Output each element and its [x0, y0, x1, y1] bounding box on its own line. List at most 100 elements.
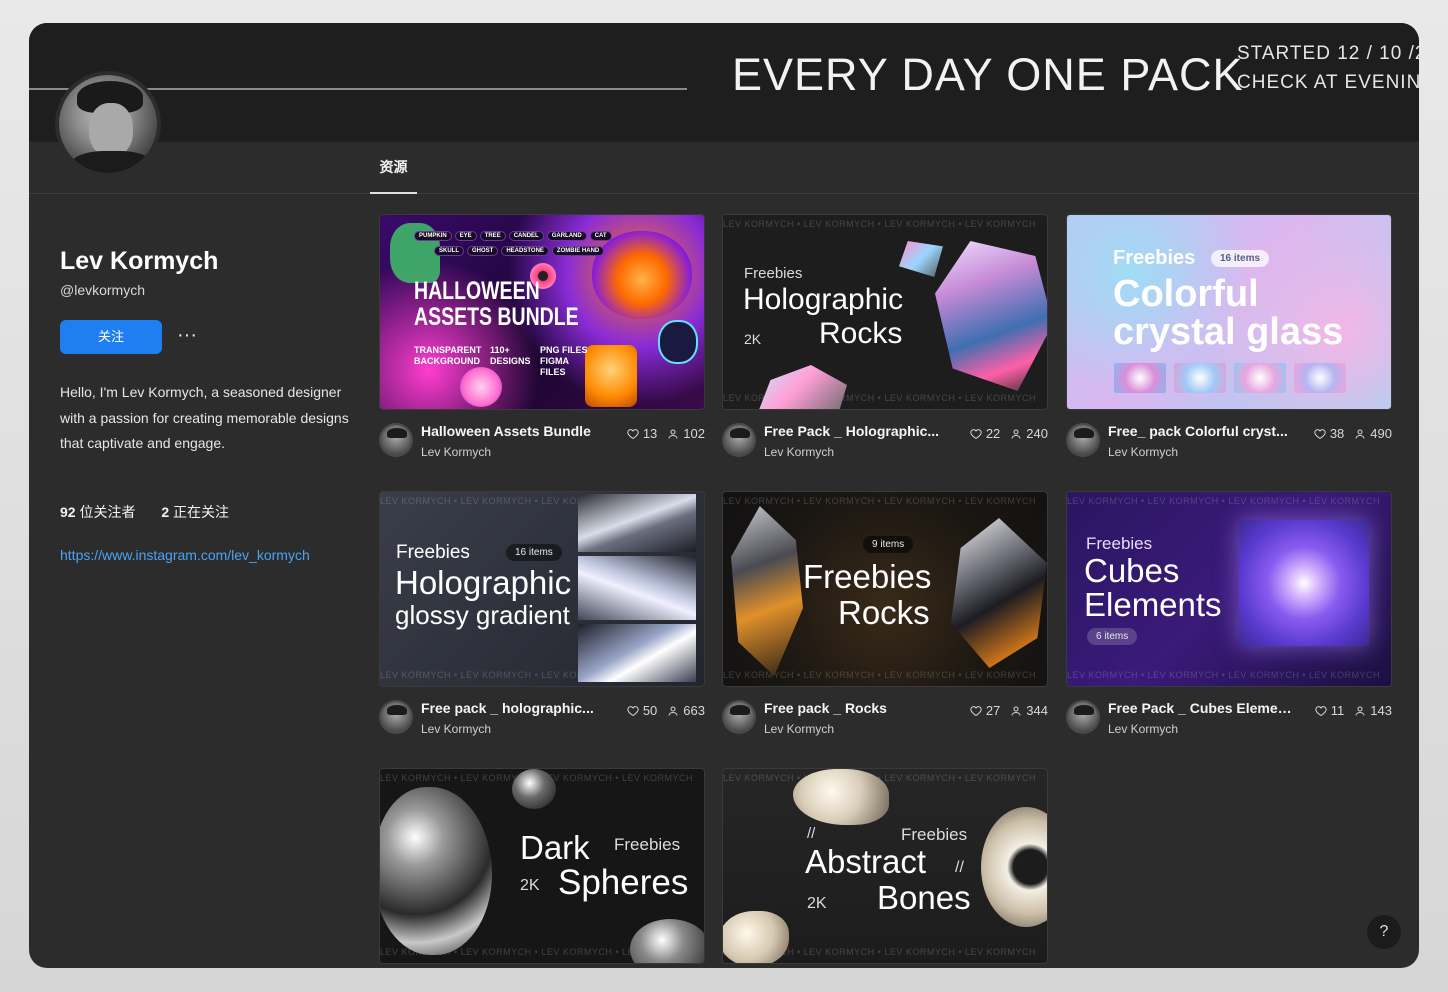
card-stats: 22 240 [970, 426, 1048, 441]
views-count: 663 [683, 703, 705, 718]
pack-card[interactable]: Freebies 16 items Colorful crystal glass… [1066, 214, 1392, 459]
banner-started-text: STARTED 12 / 10 /23 [1237, 43, 1419, 64]
help-button[interactable]: ? [1367, 915, 1401, 949]
banner-check-text: CHECK AT EVENING [1237, 72, 1419, 93]
more-options-button[interactable]: ··· [175, 323, 199, 351]
card-title[interactable]: Halloween Assets Bundle [421, 423, 607, 439]
tab-resources[interactable]: 资源 [370, 142, 417, 194]
likes-stat[interactable]: 11 [1315, 703, 1345, 718]
halloween-tags-row-1: PUMPKIN EYE TREE CANDEL GARLAND CAT [414, 231, 612, 241]
thumb-res: 2K [807, 895, 827, 912]
items-badge: 16 items [1211, 250, 1270, 267]
card-title[interactable]: Free Pack _ Holographic... [764, 423, 950, 439]
person-icon [668, 706, 678, 716]
author-avatar[interactable] [379, 700, 413, 734]
likes-stat[interactable]: 38 [1314, 426, 1344, 441]
avatar-face-shape [89, 103, 133, 157]
pack-card[interactable]: LEV KORMYCH • LEV KORMYCH • LEV KORMYCH … [722, 214, 1048, 459]
card-title[interactable]: Free_ pack Colorful cryst... [1108, 423, 1294, 439]
person-icon [668, 429, 678, 439]
likes-count: 11 [1330, 703, 1345, 718]
pack-thumbnail[interactable]: PUMPKIN EYE TREE CANDEL GARLAND CAT SKULL GHOS… [379, 214, 705, 410]
author-avatar[interactable] [379, 423, 413, 457]
halloween-tag: CANDEL [508, 231, 544, 241]
likes-stat[interactable]: 13 [627, 426, 657, 441]
person-icon [1355, 429, 1365, 439]
halloween-tag: CAT [589, 231, 612, 241]
card-author[interactable]: Lev Kormych [421, 722, 491, 736]
card-author[interactable]: Lev Kormych [764, 445, 834, 459]
dark-rock-left-shape [731, 506, 803, 676]
candle-shape [585, 345, 637, 407]
pack-card[interactable]: LEV KORMYCH • LEV KORMYCH • LEV KORMYCH … [379, 491, 705, 736]
chrome-sphere-bottom-shape [630, 919, 704, 963]
gradient-tile-3 [578, 624, 696, 682]
crystal-rock-bottom-shape [757, 365, 847, 409]
thumb-res: 2K [744, 331, 762, 347]
thumb-kicker: Freebies [396, 542, 470, 563]
pack-thumbnail[interactable]: LEV KORMYCH • LEV KORMYCH • LEV KORMYCH … [722, 768, 1048, 964]
person-icon [1011, 706, 1021, 716]
pack-thumbnail[interactable]: LEV KORMYCH • LEV KORMYCH • LEV KORMYCH … [379, 491, 705, 687]
card-title[interactable]: Free pack _ holographic... [421, 700, 607, 716]
views-stat: 240 [1010, 426, 1048, 441]
items-badge: 6 items [1087, 628, 1138, 645]
pack-card[interactable]: LEV KORMYCH • LEV KORMYCH • LEV KORMYCH … [1066, 491, 1392, 736]
thumb-kicker: Freebies [614, 835, 681, 854]
thumb-title-line-1: Colorful [1113, 273, 1259, 315]
views-count: 240 [1026, 426, 1048, 441]
card-author[interactable]: Lev Kormych [1108, 445, 1178, 459]
author-avatar[interactable] [1066, 423, 1100, 457]
bone-ring-right-shape [981, 807, 1047, 927]
cube-shape [1239, 520, 1369, 646]
profile-avatar[interactable] [55, 71, 161, 177]
thumb-slash: // [807, 825, 816, 842]
follow-button[interactable]: 关注 [60, 320, 162, 354]
pack-thumbnail[interactable]: LEV KORMYCH • LEV KORMYCH • LEV KORMYCH … [1066, 491, 1392, 687]
halloween-tag: SKULL [434, 246, 464, 256]
pack-thumbnail[interactable]: LEV KORMYCH • LEV KORMYCH • LEV KORMYCH … [722, 214, 1048, 410]
thumb-kicker: Freebies [744, 265, 803, 282]
author-avatar[interactable] [722, 700, 756, 734]
author-avatar[interactable] [1066, 700, 1100, 734]
pack-thumbnail[interactable]: LEV KORMYCH • LEV KORMYCH • LEV KORMYCH … [379, 768, 705, 964]
halloween-tags-row-2: SKULL GHOST HEADSTONE ZOMBIE HAND [434, 246, 605, 256]
likes-count: 50 [642, 703, 658, 718]
likes-stat[interactable]: 50 [627, 703, 657, 718]
card-author[interactable]: Lev Kormych [1108, 722, 1178, 736]
pack-card[interactable]: LEV KORMYCH • LEV KORMYCH • LEV KORMYCH … [722, 491, 1048, 736]
profile-instagram-link[interactable]: https://www.instagram.com/lev_kormych [60, 547, 310, 563]
pack-card[interactable]: LEV KORMYCH • LEV KORMYCH • LEV KORMYCH … [722, 768, 1048, 964]
person-icon [1355, 706, 1365, 716]
card-title[interactable]: Free pack _ Rocks [764, 700, 950, 716]
likes-stat[interactable]: 22 [970, 426, 1000, 441]
watermark-text: LEV KORMYCH • LEV KORMYCH • LEV KORMYCH … [723, 496, 1037, 506]
pack-card[interactable]: PUMPKIN EYE TREE CANDEL GARLAND CAT SKULL GHOS… [379, 214, 705, 459]
thumb-title-line-2: Rocks [838, 594, 930, 631]
watermark-text: LEV KORMYCH • LEV KORMYCH • LEV KORMYCH … [723, 219, 1037, 229]
halloween-tag: EYE [454, 231, 477, 241]
card-stats: 38 490 [1314, 426, 1392, 441]
thumb-title-line-1: Abstract [805, 843, 927, 880]
views-count: 490 [1370, 426, 1392, 441]
thumb-kicker: Freebies [1086, 534, 1153, 553]
likes-count: 22 [985, 426, 1001, 441]
author-avatar[interactable] [722, 423, 756, 457]
bone-piece-bottom-shape [723, 911, 789, 963]
likes-stat[interactable]: 27 [970, 703, 1000, 718]
card-title[interactable]: Free Pack _ Cubes Elements [1108, 700, 1294, 716]
pack-card[interactable]: LEV KORMYCH • LEV KORMYCH • LEV KORMYCH … [379, 768, 705, 964]
card-author[interactable]: Lev Kormych [764, 722, 834, 736]
following-stat[interactable]: 2 正在关注 [161, 502, 229, 522]
card-author[interactable]: Lev Kormych [421, 445, 491, 459]
likes-count: 13 [642, 426, 658, 441]
pack-thumbnail[interactable]: Freebies 16 items Colorful crystal glass [1066, 214, 1392, 410]
items-badge: 16 items [506, 544, 562, 561]
views-stat: 490 [1354, 426, 1392, 441]
watermark-text: LEV KORMYCH • LEV KORMYCH • LEV KORMYCH … [1067, 670, 1381, 680]
halloween-title-line-2: ASSETS BUNDLE [414, 303, 579, 331]
followers-stat[interactable]: 92 位关注者 [60, 502, 135, 522]
halloween-tag: ZOMBIE HAND [551, 246, 605, 256]
gradient-tile-2 [578, 556, 696, 620]
pack-thumbnail[interactable]: LEV KORMYCH • LEV KORMYCH • LEV KORMYCH … [722, 491, 1048, 687]
